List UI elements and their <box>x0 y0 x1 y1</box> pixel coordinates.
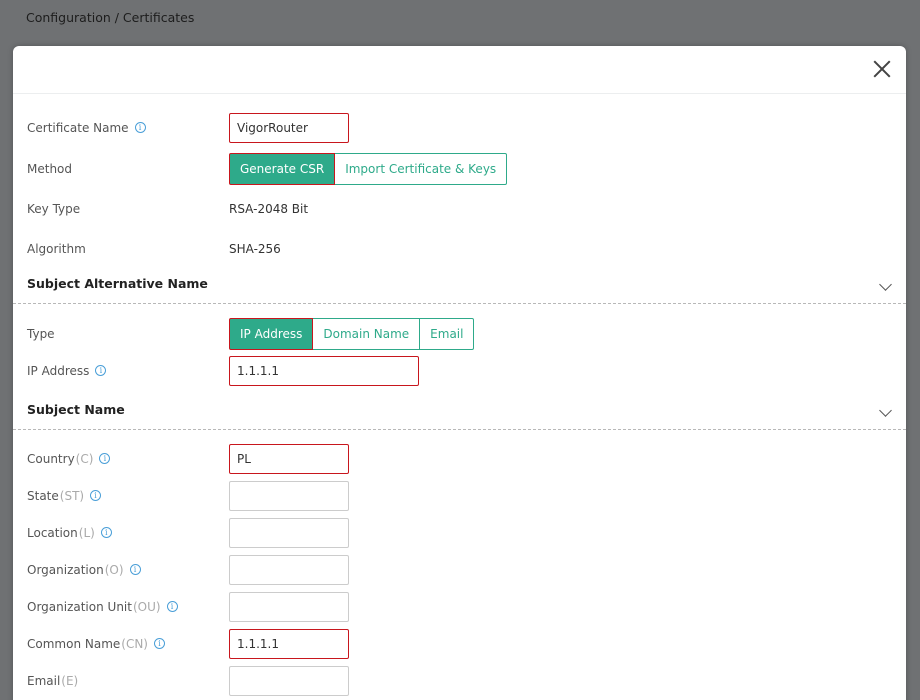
country-label: Country(C) i <box>27 443 111 475</box>
chevron-down-icon[interactable] <box>879 404 892 417</box>
method-label: Method <box>27 162 73 176</box>
info-icon[interactable]: i <box>153 638 165 649</box>
algorithm-row: Algorithm SHA-256 <box>27 233 887 265</box>
org-unit-row: Organization Unit(OU) i <box>27 591 887 623</box>
subject-section-title: Subject Name <box>27 402 125 417</box>
location-row: Location(L) i <box>27 517 887 549</box>
state-row: State(ST) i <box>27 480 887 512</box>
organization-label: Organization(O) i <box>27 554 141 586</box>
key-type-label: Key Type <box>27 202 81 216</box>
location-input[interactable] <box>229 518 349 548</box>
san-ip-label: IP Address i <box>27 355 107 387</box>
state-label: State(ST) i <box>27 480 102 512</box>
organization-input[interactable] <box>229 555 349 585</box>
common-name-row: Common Name(CN) i 1.1.1.1 <box>27 628 887 660</box>
subject-section-header[interactable]: Subject Name <box>13 396 906 430</box>
san-type-label: Type <box>27 327 55 341</box>
certificate-modal: Certificate Name i VigorRouter Method Gen… <box>13 46 906 700</box>
location-label: Location(L) i <box>27 517 112 549</box>
email-label: Email(E) <box>27 674 79 688</box>
state-input[interactable] <box>229 481 349 511</box>
key-type-value: RSA-2048 Bit <box>229 202 309 216</box>
algorithm-value: SHA-256 <box>229 242 281 256</box>
country-row: Country(C) i PL <box>27 443 887 475</box>
info-icon[interactable]: i <box>95 365 107 376</box>
key-type-row: Key Type RSA-2048 Bit <box>27 193 887 225</box>
import-certificate-button[interactable]: Import Certificate & Keys <box>334 153 508 185</box>
chevron-down-icon[interactable] <box>879 278 892 291</box>
san-type-row: Type IP Address Domain Name Email <box>27 318 887 350</box>
info-icon[interactable]: i <box>129 564 141 575</box>
certificate-name-input[interactable]: VigorRouter <box>229 113 349 143</box>
email-button[interactable]: Email <box>419 318 475 350</box>
method-toggle: Generate CSR Import Certificate & Keys <box>229 153 508 185</box>
ip-address-button[interactable]: IP Address <box>229 318 314 350</box>
san-section-header[interactable]: Subject Alternative Name <box>13 270 906 304</box>
san-ip-row: IP Address i 1.1.1.1 <box>27 355 887 387</box>
common-name-input[interactable]: 1.1.1.1 <box>229 629 349 659</box>
certificate-name-row: Certificate Name i VigorRouter <box>27 112 887 144</box>
generate-csr-button[interactable]: Generate CSR <box>229 153 336 185</box>
domain-name-button[interactable]: Domain Name <box>312 318 421 350</box>
organization-row: Organization(O) i <box>27 554 887 586</box>
info-icon[interactable]: i <box>90 490 102 501</box>
san-type-toggle: IP Address Domain Name Email <box>229 318 475 350</box>
org-unit-input[interactable] <box>229 592 349 622</box>
info-icon[interactable]: i <box>99 453 111 464</box>
algorithm-label: Algorithm <box>27 242 86 256</box>
info-icon[interactable]: i <box>100 527 112 538</box>
org-unit-label: Organization Unit(OU) i <box>27 591 178 623</box>
modal-header <box>13 46 906 94</box>
info-icon[interactable]: i <box>134 122 146 133</box>
san-ip-input[interactable]: 1.1.1.1 <box>229 356 419 386</box>
close-icon[interactable] <box>873 60 891 78</box>
method-row: Method Generate CSR Import Certificate &… <box>27 153 887 185</box>
common-name-label: Common Name(CN) i <box>27 628 165 660</box>
breadcrumb: Configuration / Certificates <box>26 10 195 25</box>
email-input[interactable] <box>229 666 349 696</box>
san-section-title: Subject Alternative Name <box>27 276 208 291</box>
info-icon[interactable]: i <box>166 601 178 612</box>
certificate-name-label: Certificate Name i <box>27 112 146 144</box>
email-row: Email(E) <box>27 665 887 697</box>
country-input[interactable]: PL <box>229 444 349 474</box>
